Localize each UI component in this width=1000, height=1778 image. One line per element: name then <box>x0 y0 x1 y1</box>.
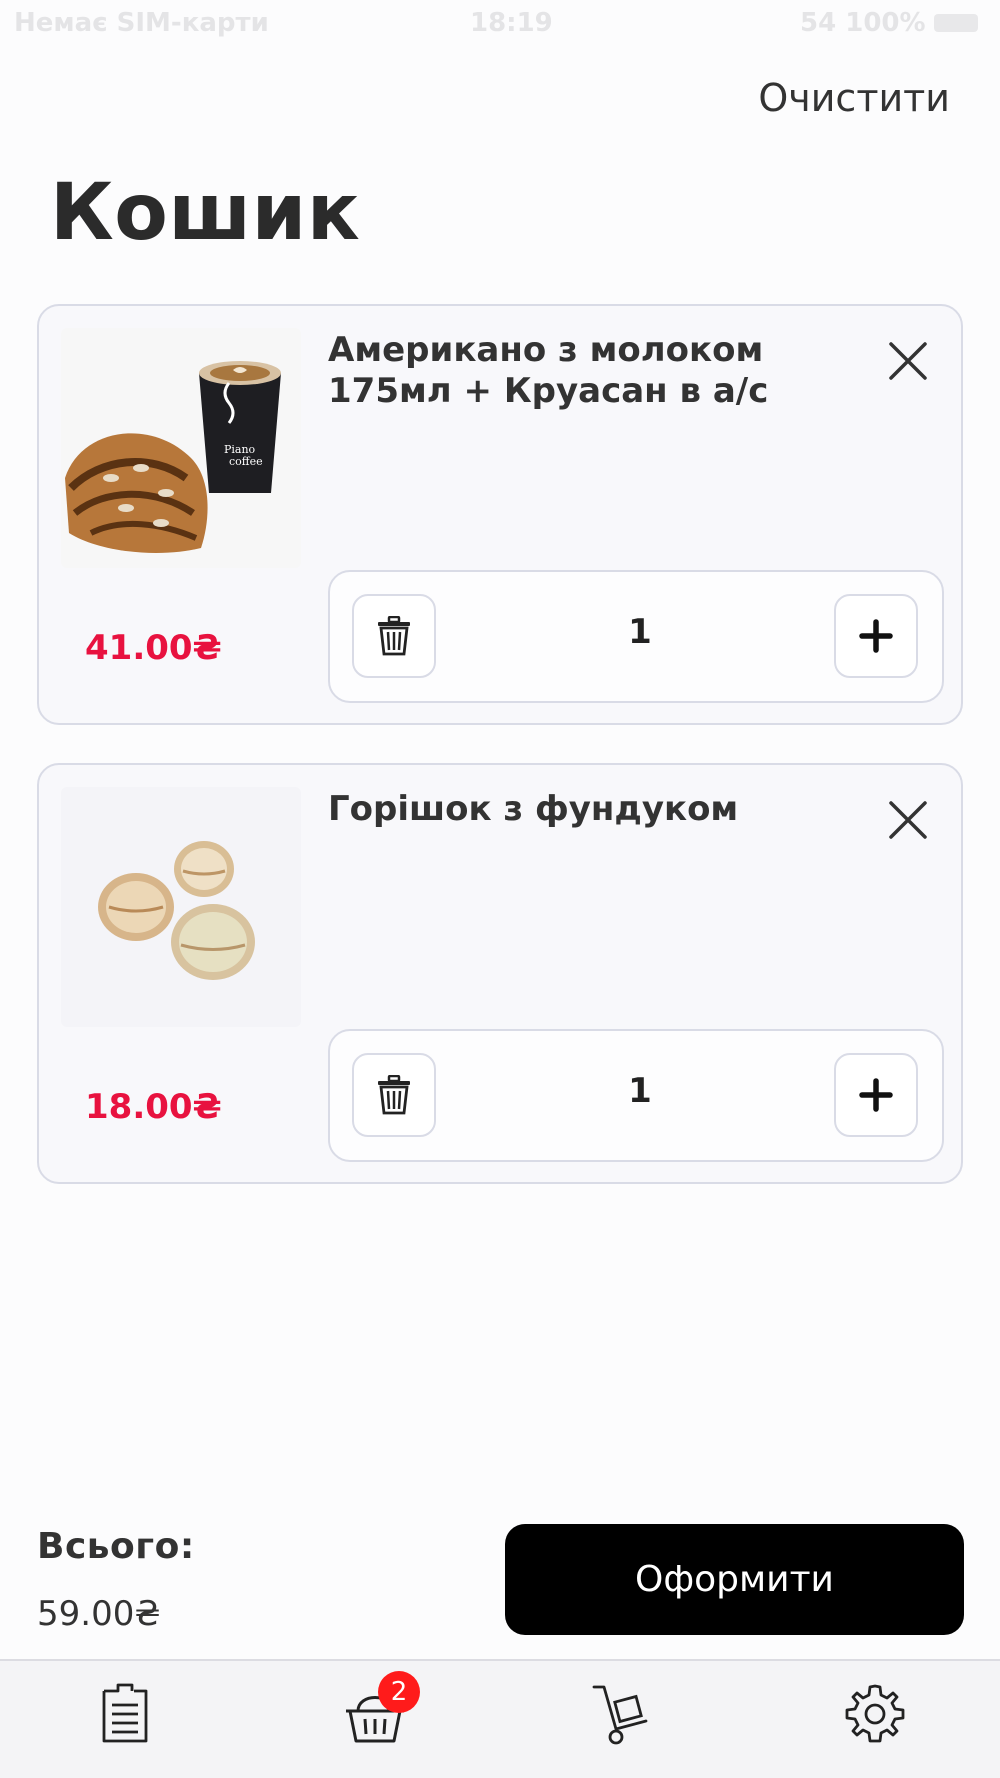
delivery-cart-icon <box>592 1685 648 1745</box>
remove-item-button[interactable] <box>887 799 929 841</box>
svg-text:coffee: coffee <box>229 455 263 468</box>
battery-label: 54 100% <box>800 8 926 38</box>
trash-icon <box>378 1075 410 1115</box>
close-icon <box>889 801 927 839</box>
tab-settings[interactable] <box>840 1679 910 1749</box>
cart-screen: Немає SIM-карти 18:19 54 100% Очистити К… <box>0 0 1000 1778</box>
cart-item: Горішок з фундуком 18.00₴ 1 <box>37 763 963 1184</box>
item-name: Американо з молоком 175мл + Круасан в а/… <box>328 330 769 411</box>
carrier-label: Немає SIM-карти <box>14 8 269 38</box>
tab-menu[interactable] <box>90 1679 160 1749</box>
total-value: 59.00₴ <box>37 1594 161 1634</box>
battery-icon <box>934 14 978 32</box>
checkout-button[interactable]: Оформити <box>505 1524 964 1635</box>
quantity-stepper: 1 <box>328 570 944 703</box>
tab-delivery[interactable] <box>590 1679 660 1749</box>
quantity-value: 1 <box>628 612 652 652</box>
quantity-stepper: 1 <box>328 1029 944 1162</box>
cart-count-badge: 2 <box>378 1671 420 1713</box>
item-price: 41.00₴ <box>85 628 222 668</box>
tab-bar: 2 <box>0 1659 1000 1778</box>
plus-icon <box>859 619 893 653</box>
item-price: 18.00₴ <box>85 1087 222 1127</box>
increase-quantity-button[interactable] <box>834 594 918 678</box>
quantity-value: 1 <box>628 1071 652 1111</box>
menu-list-icon <box>102 1683 148 1743</box>
page-title: Кошик <box>50 168 361 258</box>
delete-item-button[interactable] <box>352 1053 436 1137</box>
product-image-hazelnut-cookie <box>61 787 301 1027</box>
status-bar: Немає SIM-карти 18:19 54 100% <box>0 0 1000 50</box>
clock-label: 18:19 <box>470 8 553 38</box>
close-icon <box>889 342 927 380</box>
product-image-americano-croissant: Piano coffee <box>61 328 301 568</box>
remove-item-button[interactable] <box>887 340 929 382</box>
clear-cart-button[interactable]: Очистити <box>758 76 950 120</box>
gear-icon <box>845 1684 905 1743</box>
trash-icon <box>378 616 410 656</box>
item-name: Горішок з фундуком <box>328 789 739 829</box>
delete-item-button[interactable] <box>352 594 436 678</box>
total-label: Всього: <box>37 1526 195 1567</box>
cart-item: Piano coffee Американо з молоком 175мл +… <box>37 304 963 725</box>
plus-icon <box>859 1078 893 1112</box>
increase-quantity-button[interactable] <box>834 1053 918 1137</box>
